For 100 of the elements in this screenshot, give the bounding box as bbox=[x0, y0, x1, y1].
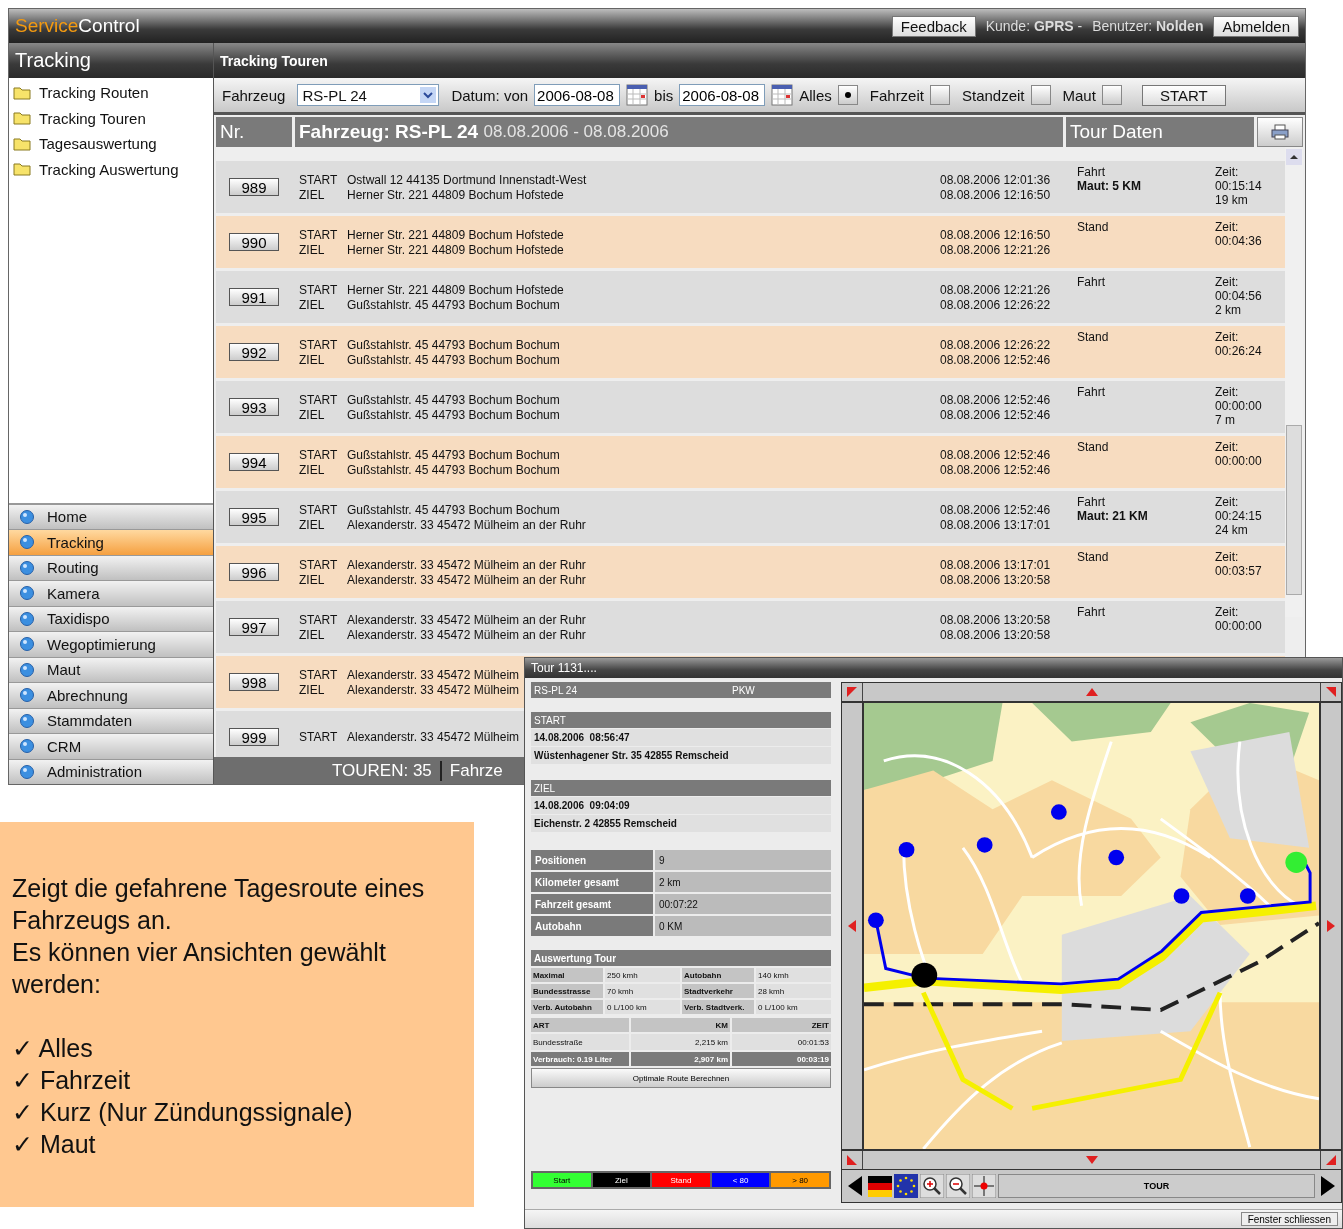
radio-button[interactable] bbox=[929, 85, 950, 105]
address-text: Gußstahlstr. 45 44793 Bochum Bochum bbox=[347, 297, 560, 312]
close-window-button[interactable]: Fenster schliessen bbox=[1240, 1212, 1338, 1226]
nav-item[interactable]: Stammdaten bbox=[9, 708, 213, 733]
section-header: ZIEL bbox=[531, 780, 831, 796]
stat-label: Kilometer gesamt bbox=[531, 872, 653, 892]
table-cell: 28 kmh bbox=[756, 984, 831, 998]
right-arrow-icon[interactable] bbox=[1327, 920, 1335, 932]
map-drawing[interactable] bbox=[862, 703, 1321, 1149]
zoom-in-icon[interactable] bbox=[920, 1174, 944, 1198]
route-label: START bbox=[299, 227, 339, 242]
timestamp-text: 08.08.2006 13:20:58 bbox=[940, 612, 1052, 627]
radio-button[interactable] bbox=[837, 85, 858, 105]
tour-number-button[interactable]: 991 bbox=[229, 288, 279, 306]
date-from-field[interactable]: 2006-08-08 bbox=[534, 84, 621, 106]
tour-button[interactable]: TOUR bbox=[998, 1174, 1315, 1198]
nav-item[interactable]: Administration bbox=[9, 759, 213, 784]
timestamp-text: 08.08.2006 12:52:46 bbox=[940, 392, 1052, 407]
tour-number-button[interactable]: 996 bbox=[229, 563, 279, 581]
address-text: Ostwall 12 44135 Dortmund Innenstadt-West bbox=[347, 172, 587, 187]
tour-number-button[interactable]: 998 bbox=[229, 673, 279, 691]
option-label: Maut bbox=[1062, 86, 1096, 104]
legend-item: Ziel bbox=[592, 1173, 651, 1187]
feedback-button[interactable]: Feedback bbox=[891, 15, 976, 37]
stat-label: Positionen bbox=[531, 850, 653, 870]
tour-number-button[interactable]: 997 bbox=[229, 618, 279, 636]
section-value: Eichenstr. 2 42855 Remscheid bbox=[531, 815, 831, 832]
time-label: Zeit: bbox=[1215, 550, 1239, 564]
distance-text: 24 km bbox=[1215, 523, 1248, 537]
vehicle-select[interactable]: RS-PL 24 bbox=[297, 84, 440, 106]
timestamp-text: 08.08.2006 13:20:58 bbox=[940, 627, 1052, 642]
up-arrow-icon[interactable] bbox=[1085, 688, 1098, 696]
check-item: ✓ Alles bbox=[12, 1033, 94, 1064]
ball-icon bbox=[19, 712, 35, 729]
flag-icon[interactable] bbox=[868, 1174, 892, 1198]
radio-button[interactable] bbox=[1101, 85, 1122, 105]
previous-arrow-icon[interactable] bbox=[848, 1176, 862, 1196]
tour-number-button[interactable]: 990 bbox=[229, 233, 279, 251]
status-text: Fahrt bbox=[1077, 165, 1105, 179]
down-arrow-icon[interactable] bbox=[1085, 1156, 1098, 1164]
ball-icon bbox=[19, 508, 35, 525]
flag-icon[interactable] bbox=[894, 1174, 918, 1198]
print-button[interactable] bbox=[1257, 117, 1303, 147]
date-to-field[interactable]: 2006-08-08 bbox=[679, 84, 766, 106]
sidebar-link[interactable]: Tracking Routen bbox=[9, 80, 213, 106]
sidebar-link[interactable]: Tracking Auswertung bbox=[9, 156, 213, 182]
sidebar-link[interactable]: Tagesauswertung bbox=[9, 131, 213, 157]
timestamp-text: 08.08.2006 12:01:36 bbox=[940, 172, 1052, 187]
route-button[interactable]: Optimale Route Berechnen bbox=[531, 1068, 831, 1088]
folder-icon bbox=[13, 136, 31, 151]
timestamp-text: 08.08.2006 12:16:50 bbox=[940, 227, 1052, 242]
duration-text: 00:24:15 bbox=[1215, 509, 1262, 523]
start-button[interactable]: START bbox=[1141, 84, 1226, 106]
nav-item[interactable]: Kamera bbox=[9, 581, 213, 606]
nav-item[interactable]: Taxidispo bbox=[9, 606, 213, 631]
timestamp-text: 08.08.2006 13:20:58 bbox=[940, 572, 1052, 587]
calendar-icon[interactable] bbox=[626, 84, 649, 106]
corner-arrow-icon[interactable] bbox=[1326, 687, 1336, 697]
toll-text: Maut: 21 KM bbox=[1077, 509, 1148, 523]
nav-item[interactable]: Maut bbox=[9, 657, 213, 682]
address-text: Herner Str. 221 44809 Bochum Hofstede bbox=[347, 227, 564, 242]
tour-number-button[interactable]: 995 bbox=[229, 508, 279, 526]
duration-text: 00:00:00 bbox=[1215, 619, 1262, 633]
zoom-out-icon[interactable] bbox=[946, 1174, 970, 1198]
footer-text: Fahrze bbox=[449, 760, 503, 781]
stat-value: 0 KM bbox=[655, 916, 831, 936]
next-arrow-icon[interactable] bbox=[1321, 1176, 1335, 1196]
sidebar-link[interactable]: Tracking Touren bbox=[9, 105, 213, 131]
tour-number-button[interactable]: 989 bbox=[229, 178, 279, 196]
tour-number-button[interactable]: 992 bbox=[229, 343, 279, 361]
left-arrow-icon[interactable] bbox=[848, 920, 856, 932]
nav-item[interactable]: Tracking bbox=[9, 530, 213, 555]
radio-button[interactable] bbox=[1030, 85, 1051, 105]
tour-number-button[interactable]: 993 bbox=[229, 398, 279, 416]
nav-item[interactable]: CRM bbox=[9, 734, 213, 759]
calendar-icon[interactable] bbox=[771, 84, 794, 106]
address-text: Gußstahlstr. 45 44793 Bochum Bochum bbox=[347, 392, 560, 407]
corner-arrow-icon[interactable] bbox=[847, 1155, 857, 1165]
stat-value: 2 km bbox=[655, 872, 831, 892]
nav-item[interactable]: Wegoptimierung bbox=[9, 632, 213, 657]
corner-arrow-icon[interactable] bbox=[1326, 1155, 1336, 1165]
logout-button[interactable]: Abmelden bbox=[1213, 15, 1299, 37]
route-label: ZIEL bbox=[299, 462, 326, 477]
section-value: 14.08.2006 08:56:47 bbox=[531, 729, 831, 746]
toll-text: Maut: 5 KM bbox=[1077, 179, 1141, 193]
nav-item[interactable]: Abrechnung bbox=[9, 683, 213, 708]
column-header: ART bbox=[531, 1018, 629, 1032]
corner-arrow-icon[interactable] bbox=[847, 687, 857, 697]
nav-item[interactable]: Routing bbox=[9, 555, 213, 580]
timestamp-text: 08.08.2006 13:17:01 bbox=[940, 557, 1052, 572]
column-header: KM bbox=[631, 1018, 730, 1032]
timestamp-text: 08.08.2006 12:21:26 bbox=[940, 282, 1052, 297]
address-text: Alexanderstr. 33 45472 Mülheim an der Ruhr bbox=[347, 572, 586, 587]
address-text: Alexanderstr. 33 45472 Mülheim an der Ruhr bbox=[347, 517, 586, 532]
tour-number-button[interactable]: 994 bbox=[229, 453, 279, 471]
printer-icon bbox=[1271, 124, 1289, 140]
distance-text: 2 km bbox=[1215, 303, 1241, 317]
tour-number-button[interactable]: 999 bbox=[229, 728, 279, 746]
nav-item[interactable]: Home bbox=[9, 504, 213, 529]
section-header: START bbox=[531, 712, 831, 728]
